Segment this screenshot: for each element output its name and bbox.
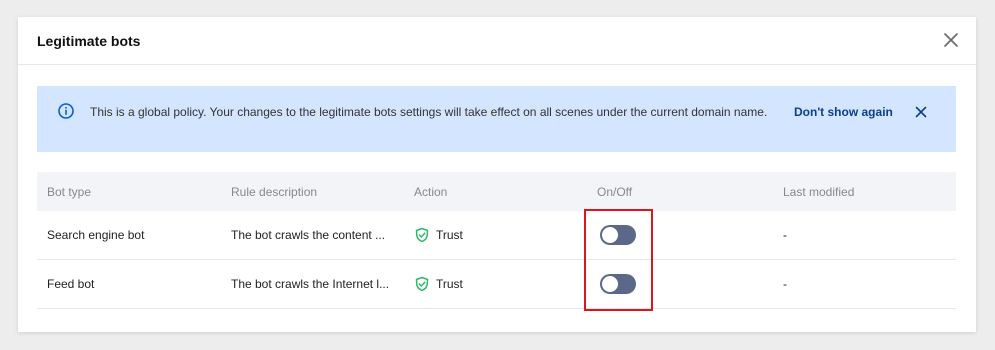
notice-text: This is a global policy. Your changes to…: [90, 105, 768, 119]
bot-type-cell: Search engine bot: [47, 228, 145, 242]
header-on-off: On/Off: [597, 184, 633, 199]
bots-table: Bot type Rule description Action On/Off …: [37, 172, 956, 309]
table-row: Search engine bot The bot crawls the con…: [37, 211, 956, 260]
info-icon: [58, 103, 74, 119]
dialog-title: Legitimate bots: [37, 33, 141, 49]
dialog-header: Legitimate bots: [18, 17, 976, 65]
action-label: Trust: [436, 228, 463, 242]
on-off-cell: [597, 211, 757, 259]
last-modified-cell: -: [783, 228, 787, 242]
action-label: Trust: [436, 277, 463, 291]
action-cell: Trust: [414, 211, 574, 259]
close-icon[interactable]: [940, 29, 962, 51]
table-row: Feed bot The bot crawls the Internet l..…: [37, 260, 956, 309]
last-modified-cell: -: [783, 277, 787, 291]
table-header: Bot type Rule description Action On/Off …: [37, 172, 956, 211]
header-rule-description: Rule description: [231, 184, 318, 199]
shield-check-icon: [414, 276, 430, 292]
feed-bot-toggle[interactable]: [600, 274, 636, 294]
header-bot-type: Bot type: [47, 184, 92, 199]
rule-description-cell: The bot crawls the content ...: [231, 228, 386, 242]
dont-show-again-link[interactable]: Don't show again: [794, 102, 893, 122]
action-cell: Trust: [414, 260, 574, 308]
toggle-knob: [602, 276, 618, 292]
header-last-modified: Last modified: [783, 184, 855, 199]
on-off-cell: [597, 260, 757, 308]
global-policy-notice: This is a global policy. Your changes to…: [37, 86, 956, 152]
header-action: Action: [414, 184, 448, 199]
search-engine-bot-toggle[interactable]: [600, 225, 636, 245]
notice-close-icon[interactable]: [913, 104, 929, 120]
rule-description-cell: The bot crawls the Internet l...: [231, 277, 390, 291]
legitimate-bots-dialog: Legitimate bots This is a global policy.…: [18, 17, 976, 332]
shield-check-icon: [414, 227, 430, 243]
bot-type-cell: Feed bot: [47, 277, 95, 291]
toggle-knob: [602, 227, 618, 243]
